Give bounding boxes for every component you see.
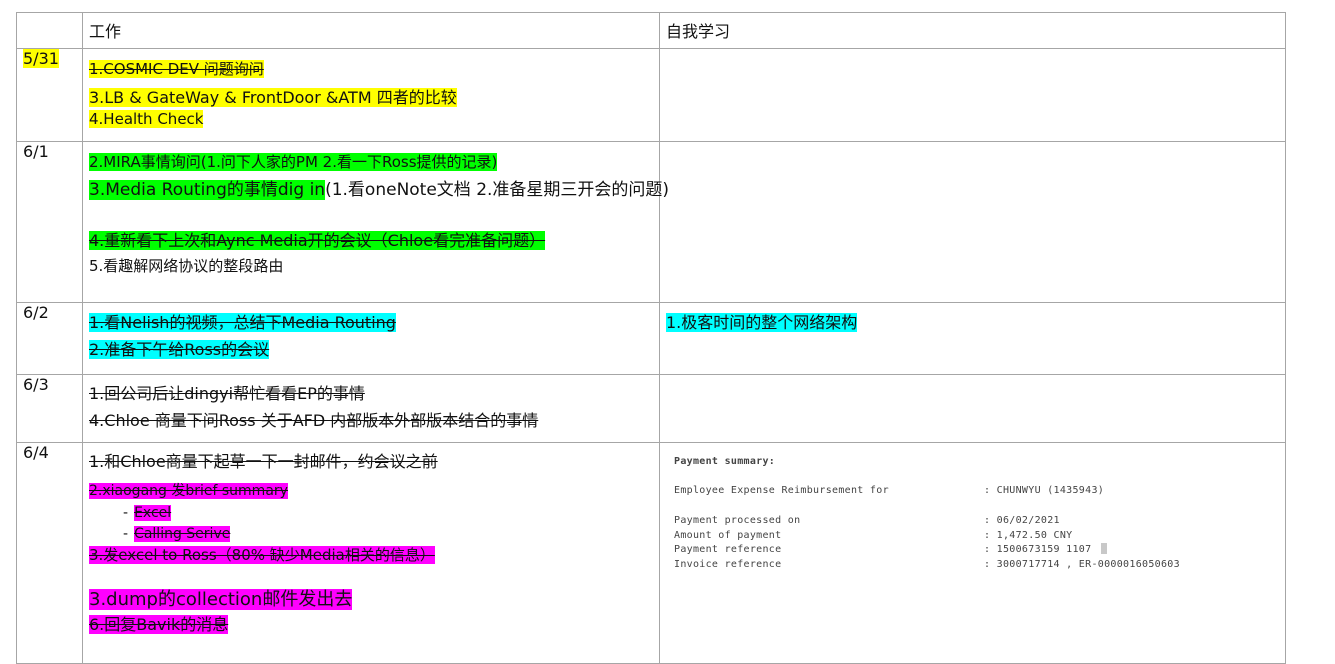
work-cell[interactable]: 1.COSMIC DEV 问题询问 3.LB & GateWay & Front… [82, 48, 660, 142]
date-label: 5/31 [23, 49, 59, 68]
task-table: 工作 自我学习 5/31 1.COSMIC DEV 问题询问 3.LB & Ga… [16, 12, 1286, 664]
payment-title: Payment summary: [674, 456, 776, 467]
date-label: 6/2 [23, 303, 49, 322]
date-cell[interactable]: 6/3 [16, 374, 83, 443]
date-label: 6/1 [23, 142, 49, 161]
self-study-cell[interactable] [659, 48, 1286, 142]
work-cell[interactable]: 2.MIRA事情询问(1.问下人家的PM 2.看一下Ross提供的记录) 3.M… [82, 141, 670, 303]
table-row: 6/4 1.和Chloe商量下起草一下一封邮件，约会议之前 2.xiaogang… [16, 442, 1286, 664]
page-margin [0, 0, 16, 657]
payment-summary-image: Payment summary: Employee Expense Reimbu… [674, 455, 1279, 572]
task-subitem: - Calling Serive [123, 526, 231, 543]
date-cell[interactable]: 6/4 [16, 442, 83, 664]
payment-line: Employee Expense Reimbursement for: CHUN… [674, 484, 1105, 496]
task-item: 5.看趣解网络协议的整段路由 [89, 257, 284, 276]
task-item: 3.LB & GateWay & FrontDoor &ATM 四者的比较 [89, 87, 457, 107]
self-study-cell[interactable]: Payment summary: Employee Expense Reimbu… [659, 442, 1286, 664]
self-study-cell[interactable]: 1.极客时间的整个网络架构 [659, 302, 1286, 375]
date-cell[interactable]: 5/31 [16, 48, 83, 142]
task-item: 3.Media Routing的事情dig in(1.看oneNote文档 2.… [89, 179, 670, 200]
self-study-item: 1.极客时间的整个网络架构 [666, 313, 858, 332]
table-row: 5/31 1.COSMIC DEV 问题询问 3.LB & GateWay & … [16, 48, 1286, 142]
task-item: 6.回复Bavik的消息 [89, 615, 229, 635]
header-date-cell[interactable] [16, 12, 83, 49]
self-study-cell[interactable] [659, 374, 1286, 443]
payment-line: Payment reference: 1500673159 1107 [674, 543, 1279, 558]
text-cursor-icon [1101, 543, 1108, 554]
header-self-study-cell[interactable]: 自我学习 [659, 12, 1286, 49]
table-header-row: 工作 自我学习 [16, 12, 1286, 49]
self-study-cell[interactable] [659, 141, 1286, 303]
date-cell[interactable]: 6/1 [16, 141, 83, 303]
task-item: 2.xiaogang 发brief summary [89, 482, 288, 499]
task-item: 3.发excel to Ross（80% 缺少Media相关的信息） [89, 546, 435, 565]
payment-line: Amount of payment: 1,472.50 CNY [674, 529, 1073, 541]
task-item: 1.和Chloe商量下起草一下一封邮件，约会议之前 [89, 452, 438, 471]
task-item: 4.Health Check [89, 110, 204, 129]
date-cell[interactable]: 6/2 [16, 302, 83, 375]
date-label: 6/4 [23, 443, 49, 462]
task-item: 2.MIRA事情询问(1.问下人家的PM 2.看一下Ross提供的记录) [89, 153, 498, 171]
table-row: 6/3 1.回公司后让dingyi帮忙看看EP的事情 4.Chloe 商量下问R… [16, 374, 1286, 443]
task-item: 1.看Nelish的视频，总结下Media Routing [89, 313, 396, 332]
work-cell[interactable]: 1.看Nelish的视频，总结下Media Routing 2.准备下午给Ros… [82, 302, 660, 375]
date-label: 6/3 [23, 375, 49, 394]
task-subitem: - Excel [123, 504, 172, 521]
work-cell[interactable]: 1.和Chloe商量下起草一下一封邮件，约会议之前 2.xiaogang 发br… [82, 442, 660, 664]
task-item: 4.重新看下上次和Aync Media开的会议（Chloe看完准备问题） [89, 230, 546, 250]
table-row: 6/1 2.MIRA事情询问(1.问下人家的PM 2.看一下Ross提供的记录)… [16, 141, 1286, 303]
header-work-cell[interactable]: 工作 [82, 12, 660, 49]
payment-line: Payment processed on: 06/02/2021 [674, 515, 1060, 526]
task-item: 1.COSMIC DEV 问题询问 [89, 60, 264, 78]
task-item: 2.准备下午给Ross的会议 [89, 339, 270, 359]
payment-line: Invoice reference: 3000717714 , ER-00000… [674, 558, 1180, 570]
work-cell[interactable]: 1.回公司后让dingyi帮忙看看EP的事情 4.Chloe 商量下问Ross … [82, 374, 660, 443]
table-row: 6/2 1.看Nelish的视频，总结下Media Routing 2.准备下午… [16, 302, 1286, 375]
task-item: 3.dump的collection邮件发出去 [89, 588, 353, 610]
task-item: 1.回公司后让dingyi帮忙看看EP的事情 [89, 384, 365, 403]
task-item: 4.Chloe 商量下问Ross 关于AFD 内部版本外部版本结合的事情 [89, 410, 539, 430]
